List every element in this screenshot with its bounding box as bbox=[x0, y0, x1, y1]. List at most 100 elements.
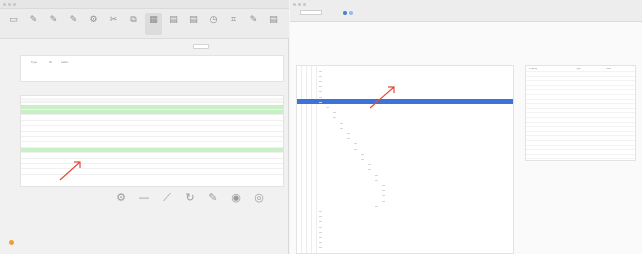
document-icon: ▤ bbox=[189, 15, 198, 25]
document-icon: ▤ bbox=[169, 15, 178, 25]
tree-connector bbox=[375, 205, 378, 207]
tree-connector bbox=[319, 226, 322, 228]
tree-connector bbox=[361, 153, 364, 155]
nav-forward-icon[interactable] bbox=[349, 11, 353, 15]
target-icon[interactable]: ◎ bbox=[253, 191, 265, 205]
properties-header-cell[interactable]: Property bbox=[529, 68, 537, 70]
tree-connector bbox=[375, 174, 378, 176]
copy-icon: ⧉ bbox=[130, 15, 137, 25]
option-box[interactable] bbox=[193, 44, 209, 49]
nav-back-icon[interactable] bbox=[343, 11, 347, 15]
left-titlebar bbox=[0, 0, 289, 9]
grid-icon: ▦ bbox=[149, 15, 158, 25]
target-select[interactable] bbox=[300, 10, 322, 15]
table-row[interactable] bbox=[21, 148, 283, 154]
tree-connector bbox=[319, 75, 322, 77]
tree-connector bbox=[347, 132, 350, 134]
bottom-toolbar: ⚙ — ⟋ ↻ ✎ ◉ ◎ bbox=[110, 187, 280, 209]
minimize-window-button[interactable] bbox=[298, 3, 301, 6]
properties-header-row: Property Type Value bbox=[526, 67, 635, 72]
stop-icon[interactable]: ◉ bbox=[230, 191, 242, 205]
annotation-arrow bbox=[59, 161, 81, 181]
pencil-icon: ✎ bbox=[49, 15, 58, 25]
toolbar-button[interactable]: ✎ bbox=[45, 13, 62, 35]
table-row[interactable] bbox=[21, 121, 283, 127]
tree-connector bbox=[319, 101, 322, 103]
tree-row[interactable] bbox=[297, 245, 513, 250]
toolbar-button[interactable]: ✎ bbox=[25, 13, 42, 35]
toolbar-button[interactable]: ▭ bbox=[5, 13, 22, 35]
table-row[interactable] bbox=[21, 110, 283, 116]
minimize-window-button[interactable] bbox=[8, 3, 11, 6]
tree-connector bbox=[340, 122, 343, 124]
zoom-window-button[interactable] bbox=[13, 3, 16, 6]
tree-connector bbox=[354, 148, 357, 150]
close-window-button[interactable] bbox=[3, 3, 6, 6]
refresh-icon[interactable]: ↻ bbox=[184, 191, 196, 205]
toolbar-button[interactable]: ⚙ bbox=[85, 13, 102, 35]
pencil-icon: ✎ bbox=[69, 15, 78, 25]
table-header-row bbox=[21, 98, 283, 103]
toolbar-button[interactable]: ▤ bbox=[265, 13, 282, 35]
tree-connector bbox=[333, 117, 336, 119]
toolbar-button[interactable]: ◷ bbox=[205, 13, 222, 35]
close-window-button[interactable] bbox=[293, 3, 296, 6]
tree-connector bbox=[368, 164, 371, 166]
inspector-topbar bbox=[290, 0, 642, 22]
tree-connector bbox=[319, 216, 322, 218]
properties-header-cell[interactable]: Value bbox=[606, 68, 611, 70]
toolbar-button[interactable]: ⧉ bbox=[125, 13, 142, 35]
zoom-window-button[interactable] bbox=[303, 3, 306, 6]
tree-connector bbox=[340, 127, 343, 129]
pencil-icon[interactable]: ✎ bbox=[207, 191, 219, 205]
device-header-label: Label bbox=[61, 60, 68, 64]
tree-connector bbox=[361, 158, 364, 160]
scissors-icon: ✂ bbox=[109, 15, 118, 25]
tree-connector bbox=[333, 112, 336, 114]
brush-icon[interactable]: ⟋ bbox=[161, 191, 173, 205]
tree-connector bbox=[326, 106, 329, 108]
crop-icon: ⌗ bbox=[230, 15, 237, 25]
toolbar-button[interactable]: ▤ bbox=[165, 13, 182, 35]
table-row[interactable] bbox=[21, 143, 283, 148]
properties-header-cell[interactable]: Type bbox=[576, 68, 581, 70]
tree-connector bbox=[375, 179, 378, 181]
property-row[interactable] bbox=[526, 155, 635, 160]
annotation-arrow bbox=[369, 86, 395, 109]
tree-connector bbox=[382, 200, 385, 202]
left-toolbar: ▭ ✎ ✎ ✎ ⚙ ✂ ⧉ ▦ ▤ ▤ ◷ ⌗ ✎ ▤ bbox=[0, 9, 289, 39]
right-window: Property Type Value bbox=[290, 0, 642, 254]
pencil-icon: ✎ bbox=[29, 15, 38, 25]
gear-icon: ⚙ bbox=[89, 15, 98, 25]
tree-connector bbox=[319, 242, 322, 244]
toolbar-button[interactable]: ⌗ bbox=[225, 13, 242, 35]
tree-connector bbox=[368, 169, 371, 171]
settings-icon[interactable]: ⚙ bbox=[115, 191, 127, 205]
table-row[interactable] bbox=[21, 116, 283, 121]
toolbar-button[interactable]: ▤ bbox=[185, 13, 202, 35]
screen-icon: ▭ bbox=[9, 15, 18, 25]
element-tree bbox=[296, 65, 514, 254]
minus-icon[interactable]: — bbox=[138, 191, 150, 205]
tree-connector bbox=[319, 96, 322, 98]
toolbar-button[interactable]: ✎ bbox=[65, 13, 82, 35]
table-row[interactable] bbox=[21, 132, 283, 137]
device-header-type: Type bbox=[31, 60, 38, 64]
tree-connector bbox=[319, 91, 322, 93]
tree-connector bbox=[319, 86, 322, 88]
tree-connector bbox=[319, 236, 322, 238]
tree-connector bbox=[319, 70, 322, 72]
table-row[interactable] bbox=[21, 127, 283, 132]
table-row[interactable] bbox=[21, 137, 283, 143]
device-panel: Type ID Label bbox=[20, 55, 284, 82]
toolbar-button[interactable]: ✎ bbox=[245, 13, 262, 35]
toolbar-button[interactable]: ✂ bbox=[105, 13, 122, 35]
tree-connector bbox=[319, 80, 322, 82]
tree-connector bbox=[382, 184, 385, 186]
toolbar-button[interactable]: ▦ bbox=[145, 13, 162, 35]
warning-icon[interactable] bbox=[9, 240, 14, 245]
tree-connector bbox=[319, 247, 322, 249]
properties-panel: Property Type Value bbox=[525, 65, 636, 161]
tree-connector bbox=[354, 143, 357, 145]
table-row[interactable] bbox=[21, 105, 283, 110]
